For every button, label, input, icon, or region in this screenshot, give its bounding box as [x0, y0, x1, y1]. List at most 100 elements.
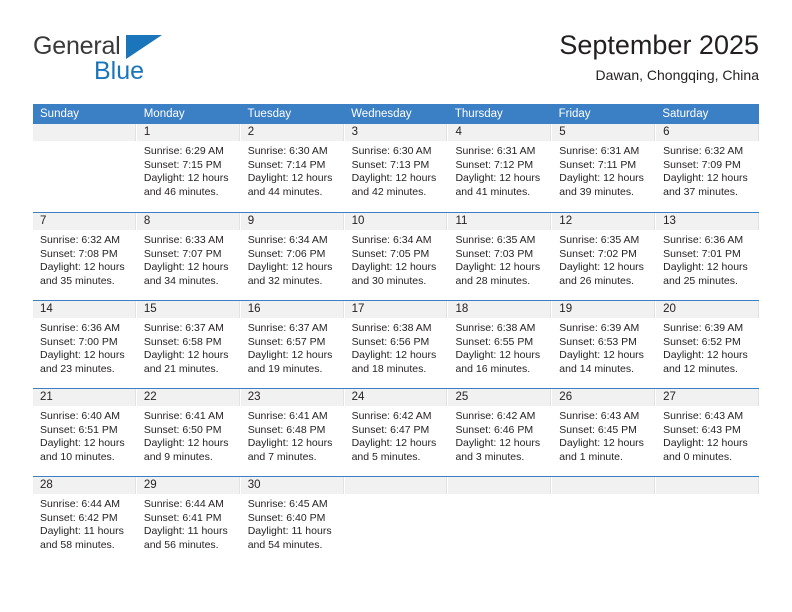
calendar-day-cell[interactable]: 20 Sunrise: 6:39 AM Sunset: 6:52 PM Dayligh…	[656, 301, 760, 388]
calendar-day-cell[interactable]: 11 Sunrise: 6:35 AM Sunset: 7:03 PM Dayligh…	[448, 213, 553, 300]
location-subtitle: Dawan, Chongqing, China	[595, 67, 759, 83]
calendar-day-cell[interactable]: 12 Sunrise: 6:35 AM Sunset: 7:02 PM Dayligh…	[552, 213, 657, 300]
calendar-day-cell[interactable]: 9 Sunrise: 6:34 AM Sunset: 7:06 PM Daylight…	[240, 213, 345, 300]
day-number: 18	[448, 301, 552, 318]
calendar-day-cell-empty	[448, 477, 553, 564]
day-details: Sunrise: 6:38 AM Sunset: 6:55 PM Daylight:…	[448, 318, 551, 376]
daylight-text-line2: and 58 minutes.	[40, 538, 115, 551]
calendar-day-cell[interactable]: 19 Sunrise: 6:39 AM Sunset: 6:53 PM Dayligh…	[552, 301, 657, 388]
sunrise-text: Sunrise: 6:35 AM	[559, 234, 640, 246]
calendar-day-cell[interactable]: 30 Sunrise: 6:45 AM Sunset: 6:40 PM Dayligh…	[240, 477, 345, 564]
daylight-text-line2: and 35 minutes.	[40, 274, 115, 287]
sunrise-text: Sunrise: 6:33 AM	[143, 234, 224, 246]
daylight-text-line1: Daylight: 12 hours	[455, 349, 541, 361]
sunset-text: Sunset: 6:55 PM	[455, 335, 534, 348]
day-number: 26	[552, 389, 656, 406]
sunset-text: Sunset: 6:48 PM	[247, 423, 326, 436]
calendar-day-cell[interactable]: 16 Sunrise: 6:37 AM Sunset: 6:57 PM Dayligh…	[240, 301, 345, 388]
daylight-text-line1: Daylight: 12 hours	[247, 349, 333, 361]
daylight-text-line1: Daylight: 12 hours	[351, 349, 437, 361]
calendar-day-cell[interactable]: 18 Sunrise: 6:38 AM Sunset: 6:55 PM Dayligh…	[448, 301, 553, 388]
sunrise-text: Sunrise: 6:42 AM	[455, 410, 536, 422]
daylight-text-line1: Daylight: 12 hours	[663, 437, 748, 449]
day-number: 23	[240, 389, 344, 406]
daylight-text-line1: Daylight: 11 hours	[143, 525, 228, 537]
calendar-day-cell[interactable]: 8 Sunrise: 6:33 AM Sunset: 7:07 PM Daylight…	[136, 213, 241, 300]
calendar-day-cell[interactable]: 29 Sunrise: 6:44 AM Sunset: 6:41 PM Dayligh…	[136, 477, 241, 564]
calendar-day-cell[interactable]: 26 Sunrise: 6:43 AM Sunset: 6:45 PM Dayligh…	[552, 389, 657, 476]
sunset-text: Sunset: 6:58 PM	[143, 335, 222, 348]
day-details: Sunrise: 6:42 AM Sunset: 6:46 PM Daylight:…	[448, 406, 551, 464]
calendar-day-cell[interactable]: 28 Sunrise: 6:44 AM Sunset: 6:42 PM Dayligh…	[33, 477, 137, 564]
calendar-day-cell[interactable]: 14 Sunrise: 6:36 AM Sunset: 7:00 PM Dayligh…	[33, 301, 137, 388]
daylight-text-line1: Daylight: 12 hours	[143, 172, 229, 184]
calendar-day-cell[interactable]: 5 Sunrise: 6:31 AM Sunset: 7:11 PM Daylight…	[552, 124, 657, 212]
day-number: 28	[33, 477, 136, 494]
day-details: Sunrise: 6:34 AM Sunset: 7:06 PM Daylight:…	[241, 230, 344, 288]
daylight-text-line2: and 5 minutes.	[351, 450, 421, 463]
calendar-day-cell-empty	[656, 477, 760, 564]
sunrise-text: Sunrise: 6:34 AM	[351, 234, 432, 246]
day-number: 19	[552, 301, 656, 318]
day-of-week-header-row: Sunday Monday Tuesday Wednesday Thursday…	[33, 104, 759, 124]
day-details: Sunrise: 6:30 AM Sunset: 7:13 PM Daylight:…	[345, 141, 448, 199]
day-number: 21	[33, 389, 136, 406]
daylight-text-line2: and 46 minutes.	[143, 185, 219, 198]
sunset-text: Sunset: 7:12 PM	[455, 158, 534, 171]
calendar-day-cell[interactable]: 25 Sunrise: 6:42 AM Sunset: 6:46 PM Dayligh…	[448, 389, 553, 476]
day-number: 22	[136, 389, 240, 406]
calendar-day-cell[interactable]: 1 Sunrise: 6:29 AM Sunset: 7:15 PM Daylight…	[136, 124, 241, 212]
logo-text-general: General	[33, 32, 121, 60]
daylight-text-line1: Daylight: 12 hours	[559, 437, 644, 449]
calendar-day-cell[interactable]: 27 Sunrise: 6:43 AM Sunset: 6:43 PM Dayligh…	[656, 389, 760, 476]
sunrise-text: Sunrise: 6:43 AM	[559, 410, 640, 422]
calendar-day-cell[interactable]: 21 Sunrise: 6:40 AM Sunset: 6:51 PM Dayligh…	[33, 389, 137, 476]
daylight-text-line1: Daylight: 12 hours	[559, 261, 644, 273]
calendar-day-cell[interactable]: 3 Sunrise: 6:30 AM Sunset: 7:13 PM Daylight…	[344, 124, 449, 212]
day-details: Sunrise: 6:44 AM Sunset: 6:41 PM Daylight:…	[137, 494, 240, 552]
dow-header-sunday: Sunday	[40, 108, 80, 120]
daylight-text-line2: and 23 minutes.	[40, 362, 115, 375]
sunset-text: Sunset: 6:43 PM	[663, 423, 741, 436]
calendar-day-cell[interactable]: 13 Sunrise: 6:36 AM Sunset: 7:01 PM Dayligh…	[656, 213, 760, 300]
calendar-day-cell[interactable]: 7 Sunrise: 6:32 AM Sunset: 7:08 PM Daylight…	[33, 213, 137, 300]
daylight-text-line2: and 26 minutes.	[559, 274, 635, 287]
sunset-text: Sunset: 7:02 PM	[559, 247, 637, 260]
sunrise-text: Sunrise: 6:45 AM	[247, 498, 328, 510]
day-number: 27	[656, 389, 760, 406]
calendar-day-cell[interactable]: 17 Sunrise: 6:38 AM Sunset: 6:56 PM Dayligh…	[344, 301, 449, 388]
calendar-day-cell[interactable]: 4 Sunrise: 6:31 AM Sunset: 7:12 PM Daylight…	[448, 124, 553, 212]
general-blue-logo[interactable]: General Blue	[33, 34, 243, 96]
sunrise-text: Sunrise: 6:44 AM	[40, 498, 120, 510]
day-details: Sunrise: 6:42 AM Sunset: 6:47 PM Daylight:…	[345, 406, 448, 464]
day-number: 16	[240, 301, 344, 318]
sunrise-text: Sunrise: 6:36 AM	[40, 322, 120, 334]
day-details: Sunrise: 6:31 AM Sunset: 7:12 PM Daylight:…	[448, 141, 551, 199]
daylight-text-line2: and 12 minutes.	[663, 362, 738, 375]
daylight-text-line2: and 1 minute.	[559, 450, 623, 463]
calendar-day-cell[interactable]: 23 Sunrise: 6:41 AM Sunset: 6:48 PM Dayligh…	[240, 389, 345, 476]
daylight-text-line2: and 16 minutes.	[455, 362, 531, 375]
daylight-text-line2: and 56 minutes.	[143, 538, 219, 551]
calendar-day-cell[interactable]: 6 Sunrise: 6:32 AM Sunset: 7:09 PM Daylight…	[656, 124, 760, 212]
day-number: 12	[552, 213, 656, 230]
daylight-text-line2: and 54 minutes.	[247, 538, 323, 551]
calendar-day-cell[interactable]: 22 Sunrise: 6:41 AM Sunset: 6:50 PM Dayligh…	[136, 389, 241, 476]
day-details: Sunrise: 6:29 AM Sunset: 7:15 PM Daylight:…	[137, 141, 240, 199]
sunrise-text: Sunrise: 6:34 AM	[247, 234, 328, 246]
calendar-week-row: 1 Sunrise: 6:29 AM Sunset: 7:15 PM Daylight…	[33, 124, 760, 212]
sunset-text: Sunset: 7:06 PM	[247, 247, 326, 260]
day-details: Sunrise: 6:43 AM Sunset: 6:45 PM Daylight:…	[552, 406, 655, 464]
sunrise-text: Sunrise: 6:32 AM	[663, 145, 744, 157]
calendar-day-cell[interactable]: 2 Sunrise: 6:30 AM Sunset: 7:14 PM Daylight…	[240, 124, 345, 212]
daylight-text-line1: Daylight: 12 hours	[247, 172, 333, 184]
sunset-text: Sunset: 6:46 PM	[455, 423, 534, 436]
calendar-day-cell[interactable]: 24 Sunrise: 6:42 AM Sunset: 6:47 PM Dayligh…	[344, 389, 449, 476]
day-number: 3	[344, 124, 448, 141]
dow-header-friday: Friday	[558, 108, 591, 120]
calendar-day-cell[interactable]: 15 Sunrise: 6:37 AM Sunset: 6:58 PM Dayligh…	[136, 301, 241, 388]
sunrise-text: Sunrise: 6:29 AM	[143, 145, 224, 157]
day-number: 8	[136, 213, 240, 230]
daylight-text-line1: Daylight: 12 hours	[351, 261, 437, 273]
calendar-day-cell[interactable]: 10 Sunrise: 6:34 AM Sunset: 7:05 PM Dayligh…	[344, 213, 449, 300]
